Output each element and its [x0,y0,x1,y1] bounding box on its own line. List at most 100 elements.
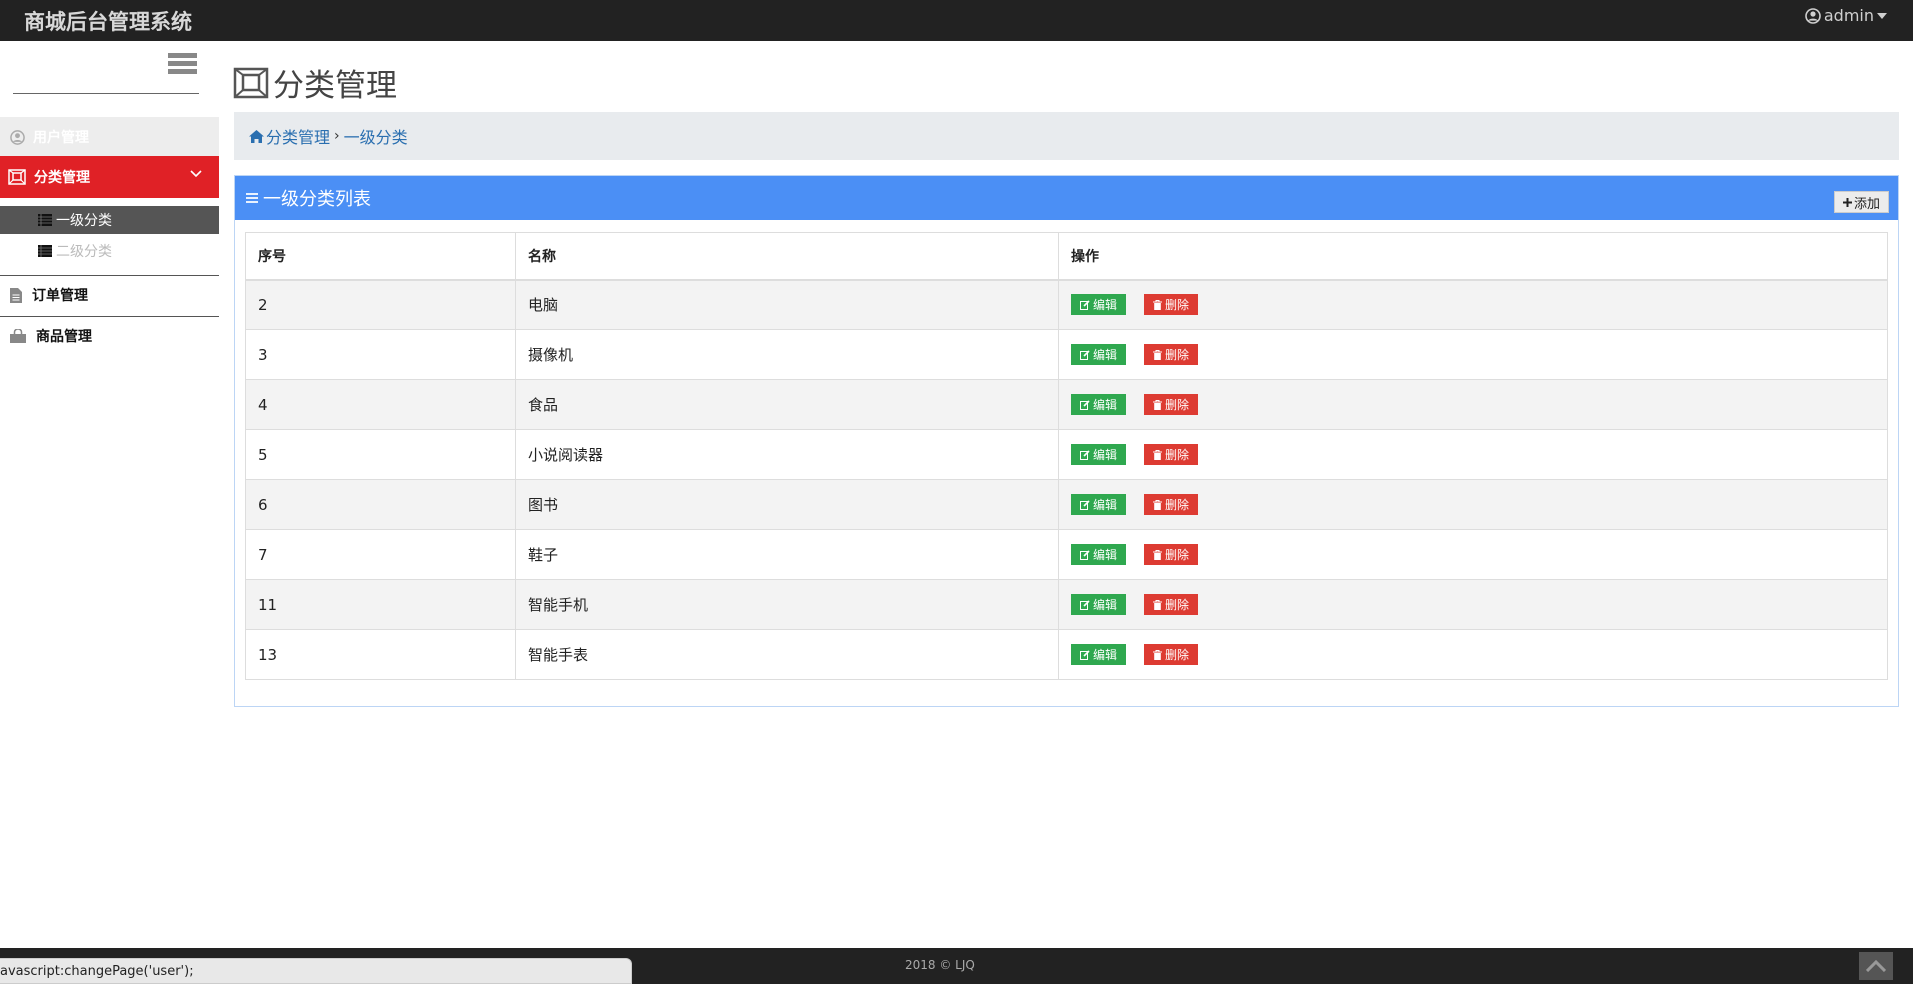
sidebar-item-category[interactable]: 分类管理 [0,156,219,198]
sidebar-subitem-level1[interactable]: 一级分类 [0,206,219,234]
edit-button[interactable]: 编辑 [1071,444,1127,465]
cell-actions: 编辑 删除 [1058,429,1888,480]
shopping-bag-icon [10,329,26,343]
sidebar-item-orders[interactable]: 订单管理 [0,276,219,314]
cell-id: 7 [245,529,516,580]
chevron-down-icon [190,170,202,178]
table-row: 3 摄像机 编辑 删除 [245,329,1888,380]
edit-icon [1080,300,1090,310]
cell-name: 摄像机 [515,329,1059,380]
column-header-id: 序号 [245,232,516,281]
user-menu[interactable]: admin [1805,6,1887,25]
sidebar-subitem-label: 二级分类 [56,244,112,260]
browser-status-bar: avascript:changePage('user'); [0,958,632,984]
sidebar-subitem-label: 一级分类 [56,213,112,229]
trash-icon [1153,449,1163,460]
table-row: 11 智能手机 编辑 删除 [245,579,1888,630]
sidebar-item-label: 商品管理 [36,329,92,345]
app-brand[interactable]: 商城后台管理系统 [24,6,192,36]
breadcrumb-link-category[interactable]: 分类管理 [266,124,330,148]
user-name: admin [1823,6,1874,25]
edit-button[interactable]: 编辑 [1071,294,1127,316]
cell-id: 5 [245,429,516,480]
menu-toggle-icon[interactable] [168,53,197,81]
delete-button-label: 删除 [1165,298,1190,313]
list-icon [38,214,52,226]
edit-icon [1080,599,1090,610]
cell-id: 2 [245,279,516,330]
edit-button-label: 编辑 [1093,548,1118,562]
cell-name: 鞋子 [515,529,1059,580]
edit-icon [1080,349,1090,360]
cell-id: 4 [245,379,516,430]
scroll-to-top-button[interactable] [1859,952,1893,980]
edit-button[interactable]: 编辑 [1071,494,1127,515]
cell-actions: 编辑 删除 [1058,329,1888,380]
trash-icon [1153,549,1163,560]
delete-button[interactable]: 删除 [1144,394,1199,415]
table-row: 2 电脑 编辑 删除 [245,279,1888,330]
panel-header: 一级分类列表 添加 [235,176,1898,220]
breadcrumb-link-current[interactable]: 一级分类 [344,124,408,148]
delete-button[interactable]: 删除 [1144,644,1199,665]
delete-button[interactable]: 删除 [1144,544,1199,565]
edit-button[interactable]: 编辑 [1071,394,1127,415]
page-title: 分类管理 [233,60,397,105]
delete-button-label: 删除 [1165,598,1190,612]
edit-button[interactable]: 编辑 [1071,344,1127,365]
edit-button[interactable]: 编辑 [1071,594,1127,615]
delete-button-label: 删除 [1165,448,1190,462]
home-icon [249,129,264,143]
cell-actions: 编辑 删除 [1058,529,1888,580]
cell-actions: 编辑 删除 [1058,579,1888,630]
cell-actions: 编辑 删除 [1058,279,1888,330]
table-row: 7 鞋子 编辑 删除 [245,529,1888,580]
delete-button[interactable]: 删除 [1144,294,1199,316]
document-icon [10,287,22,303]
sidebar: 用户管理 分类管理 一级分类 二级分类 订单管理 商品管理 [0,41,219,949]
trash-icon [1153,349,1163,360]
user-circle-icon [1805,7,1821,24]
category-icon [233,67,269,98]
delete-button[interactable]: 删除 [1144,594,1199,615]
edit-button[interactable]: 编辑 [1071,544,1127,565]
edit-button-label: 编辑 [1093,598,1118,612]
sidebar-divider [13,93,199,94]
delete-button-label: 删除 [1165,498,1190,512]
cell-name: 食品 [515,379,1059,430]
cell-id: 3 [245,329,516,380]
cell-name: 电脑 [515,279,1059,330]
edit-icon [1080,549,1090,560]
trash-icon [1153,399,1163,410]
list-icon [38,245,52,257]
sidebar-item-goods[interactable]: 商品管理 [0,317,219,355]
category-list-panel: 一级分类列表 添加 序号 名称 操作 2 电脑 编辑 删除 3 摄像机 编辑 删除 4 食品 编辑删… [234,175,1899,707]
delete-button[interactable]: 删除 [1144,494,1199,515]
cell-id: 6 [245,479,516,530]
breadcrumb: 分类管理 › 一级分类 [234,112,1899,160]
add-button[interactable]: 添加 [1833,191,1889,213]
cell-name: 智能手表 [515,629,1059,680]
cell-actions: 编辑 删除 [1058,479,1888,530]
delete-button[interactable]: 删除 [1144,444,1199,465]
cell-id: 13 [245,629,516,680]
sidebar-subitem-level2[interactable]: 二级分类 [0,237,219,265]
table-row: 5 小说阅读器 编辑 删除 [245,429,1888,480]
sidebar-item-label: 订单管理 [32,288,88,304]
delete-button-label: 删除 [1165,648,1190,662]
delete-button-label: 删除 [1165,548,1190,562]
edit-button-label: 编辑 [1093,498,1118,512]
table-row: 6 图书 编辑 删除 [245,479,1888,530]
edit-icon [1080,399,1090,410]
sidebar-item-label: 分类管理 [34,170,90,186]
panel-title: 一级分类列表 [263,189,371,210]
edit-button[interactable]: 编辑 [1071,644,1127,665]
cell-id: 11 [245,579,516,630]
delete-button[interactable]: 删除 [1144,344,1199,365]
edit-button-label: 编辑 [1093,348,1118,362]
page-title-text: 分类管理 [273,68,397,104]
edit-button-label: 编辑 [1093,648,1118,662]
sidebar-item-users[interactable]: 用户管理 [0,117,219,157]
column-header-actions: 操作 [1058,232,1888,281]
edit-button-label: 编辑 [1093,298,1118,313]
